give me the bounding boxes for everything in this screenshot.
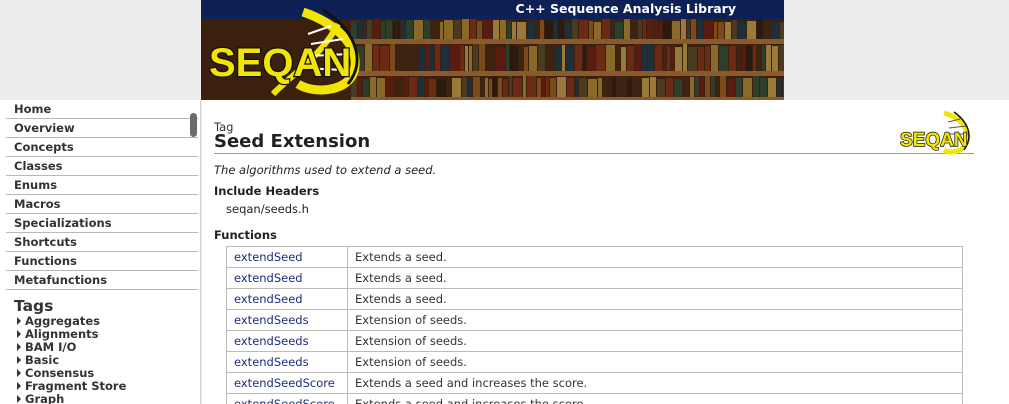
tags-heading: Tags <box>14 297 54 315</box>
function-link[interactable]: extendSeeds <box>226 330 348 352</box>
tag-label: Aggregates <box>25 314 100 328</box>
expand-arrow-icon <box>17 343 21 351</box>
seqan-small-logo-text: SEQAN <box>900 130 968 151</box>
function-description: Extension of seeds. <box>347 351 963 373</box>
sidebar-item-metafunctions[interactable]: Metafunctions <box>6 271 198 290</box>
table-row: extendSeed Extends a seed. <box>226 246 963 268</box>
main-content: Tag Seed Extension SEQAN The algorithms … <box>202 100 1009 404</box>
tag-label: Alignments <box>25 327 99 341</box>
function-link[interactable]: extendSeedScore <box>226 372 348 394</box>
expand-arrow-icon <box>17 369 21 377</box>
expand-arrow-icon <box>17 330 21 338</box>
sidebar-item-overview[interactable]: Overview <box>6 119 198 138</box>
function-description: Extends a seed and increases the score. <box>347 393 963 404</box>
seqan-small-logo: SEQAN <box>899 110 976 162</box>
function-description: Extends a seed and increases the score. <box>347 372 963 394</box>
sidebar-item-classes[interactable]: Classes <box>6 157 198 176</box>
functions-heading: Functions <box>214 228 277 242</box>
function-description: Extends a seed. <box>347 246 963 268</box>
function-link[interactable]: extendSeedScore <box>226 393 348 404</box>
include-header-file: seqan/seeds.h <box>226 202 309 216</box>
table-row: extendSeedScore Extends a seed and incre… <box>226 372 963 394</box>
tag-item-graph[interactable]: Graph <box>17 393 200 404</box>
function-link[interactable]: extendSeeds <box>226 351 348 373</box>
tag-label: BAM I/O <box>25 340 77 354</box>
sidebar-item-shortcuts[interactable]: Shortcuts <box>6 233 198 252</box>
function-description: Extends a seed. <box>347 288 963 310</box>
include-headers-heading: Include Headers <box>214 184 320 198</box>
function-description: Extends a seed. <box>347 267 963 289</box>
table-row: extendSeeds Extension of seeds. <box>226 309 963 331</box>
function-link[interactable]: extendSeeds <box>226 309 348 331</box>
table-row: extendSeed Extends a seed. <box>226 267 963 289</box>
table-row: extendSeed Extends a seed. <box>226 288 963 310</box>
page-title: Seed Extension <box>214 131 371 152</box>
function-link[interactable]: extendSeed <box>226 267 348 289</box>
sidebar-scrollbar[interactable] <box>190 113 197 137</box>
tag-label: Graph <box>25 392 65 404</box>
sidebar-item-home[interactable]: Home <box>6 100 198 119</box>
summary-text: The algorithms used to extend a seed. <box>214 163 437 177</box>
sidebar-item-functions[interactable]: Functions <box>6 252 198 271</box>
sidebar-nav: Home Overview Concepts Classes Enums Mac… <box>0 100 200 290</box>
functions-table: extendSeed Extends a seed. extendSeed Ex… <box>226 246 963 404</box>
sidebar-item-specializations[interactable]: Specializations <box>6 214 198 233</box>
expand-arrow-icon <box>17 356 21 364</box>
seqan-logo-text: SEQAN <box>209 41 351 85</box>
sidebar-item-macros[interactable]: Macros <box>6 195 198 214</box>
table-row: extendSeeds Extension of seeds. <box>226 351 963 373</box>
expand-arrow-icon <box>17 317 21 325</box>
table-row: extendSeedScore Extends a seed and incre… <box>226 393 963 404</box>
tag-label: Fragment Store <box>25 379 127 393</box>
seqan-logo: SEQAN <box>203 4 378 100</box>
sidebar-item-concepts[interactable]: Concepts <box>6 138 198 157</box>
sidebar: Home Overview Concepts Classes Enums Mac… <box>0 100 201 404</box>
expand-arrow-icon <box>17 395 21 403</box>
title-divider <box>214 153 974 154</box>
tag-label: Basic <box>25 353 60 367</box>
sidebar-item-enums[interactable]: Enums <box>6 176 198 195</box>
function-link[interactable]: extendSeed <box>226 246 348 268</box>
table-row: extendSeeds Extension of seeds. <box>226 330 963 352</box>
function-description: Extension of seeds. <box>347 309 963 331</box>
site-banner: C++ Sequence Analysis Library SEQAN <box>201 0 784 100</box>
expand-arrow-icon <box>17 382 21 390</box>
function-description: Extension of seeds. <box>347 330 963 352</box>
tag-label: Consensus <box>25 366 95 380</box>
function-link[interactable]: extendSeed <box>226 288 348 310</box>
